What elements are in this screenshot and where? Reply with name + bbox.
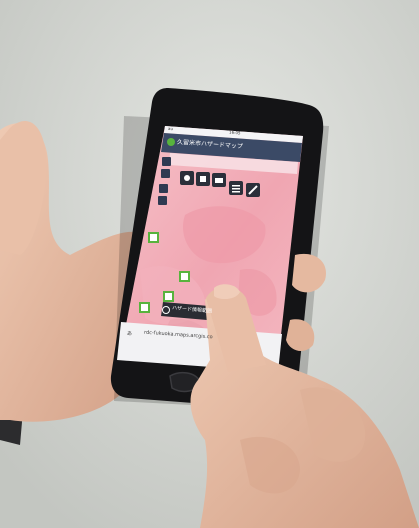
app-title: 久留米市ハザードマップ	[176, 138, 244, 151]
status-time: 16:05	[228, 129, 241, 136]
browser-prefix: あ	[126, 330, 133, 338]
status-carrier: au	[167, 125, 174, 132]
browser-url[interactable]: rdc-fukuoka.maps.arcgis.co	[144, 330, 213, 341]
phone-ui-overlay: au 16:05 久留米市ハザードマップ ハザード情報範囲 あ rdc-fuku…	[0, 0, 419, 528]
map-popup-label[interactable]: ハザード情報範囲	[172, 304, 212, 314]
